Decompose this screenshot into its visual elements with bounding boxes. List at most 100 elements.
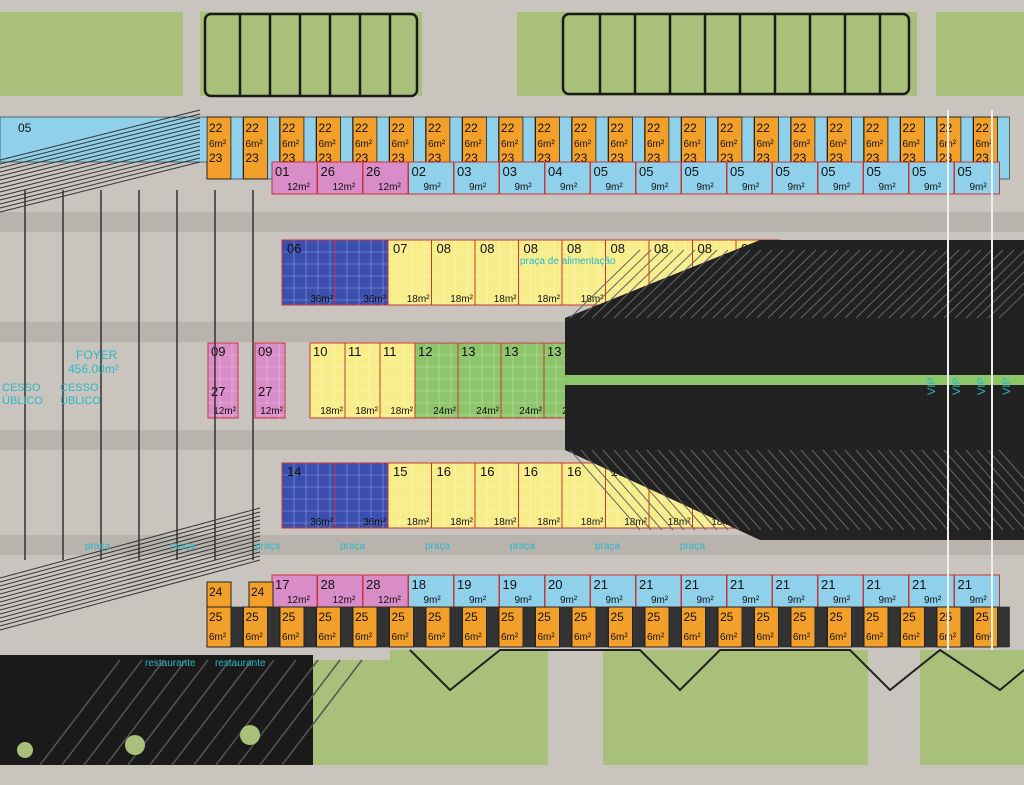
stall-number: 21 bbox=[685, 577, 699, 592]
stall-number: 08 bbox=[437, 241, 451, 256]
stall-area: 6m² bbox=[684, 139, 702, 150]
stall-area: 24m² bbox=[476, 406, 499, 417]
stall-area: 6m² bbox=[538, 632, 556, 643]
stall-number: 22 bbox=[465, 121, 479, 135]
stall-number: 28 bbox=[321, 577, 335, 592]
stall-area: 18m² bbox=[450, 294, 473, 305]
stall-number: 22 bbox=[209, 121, 223, 135]
stall-number: 22 bbox=[647, 121, 661, 135]
stall-number: 18 bbox=[412, 577, 426, 592]
vip-label: VIP bbox=[976, 377, 988, 395]
stall-area: 6m² bbox=[246, 139, 264, 150]
stall-number: 27 bbox=[258, 384, 272, 399]
stall-number: 27 bbox=[211, 384, 225, 399]
stall-number: 05 bbox=[821, 164, 835, 179]
stall-number: 25 bbox=[903, 610, 917, 624]
stall-area: 9m² bbox=[424, 182, 442, 193]
stall-row-middle: 09 27 12m² 09 27 12m² 10 18m² 11 18m² 11 18m² 12 24m²… bbox=[207, 342, 588, 419]
stall-number: 25 bbox=[392, 610, 406, 624]
stall-number: 25 bbox=[720, 610, 734, 624]
lawn-area bbox=[936, 12, 1024, 96]
corridor-label: praça bbox=[595, 541, 620, 552]
stall-unit bbox=[814, 606, 828, 648]
stall-area: 6m² bbox=[428, 632, 446, 643]
stall-area: 6m² bbox=[757, 632, 775, 643]
stall-area: 6m² bbox=[720, 632, 738, 643]
stall-unit bbox=[632, 606, 645, 648]
stall-number: 21 bbox=[594, 577, 608, 592]
stall-area: 9m² bbox=[469, 595, 487, 606]
stall-number: 25 bbox=[465, 610, 479, 624]
stall-number: 24 bbox=[251, 585, 265, 599]
stall-area: 9m² bbox=[879, 182, 897, 193]
corridor-label: praça bbox=[680, 541, 705, 552]
stall-unit bbox=[595, 606, 609, 648]
wall-line bbox=[0, 157, 201, 209]
stall-number: 22 bbox=[611, 121, 625, 135]
stall-number: 25 bbox=[538, 610, 552, 624]
stall-number: 25 bbox=[319, 610, 333, 624]
planter bbox=[17, 742, 33, 758]
corridor-label: praça bbox=[425, 541, 450, 552]
stall-number: 25 bbox=[939, 610, 953, 624]
stall-area: 9m² bbox=[651, 182, 669, 193]
stall-area: 12m² bbox=[378, 595, 401, 606]
stall-area: 9m² bbox=[788, 182, 806, 193]
stall-number: 11 bbox=[348, 344, 362, 359]
stall-number: 22 bbox=[574, 121, 588, 135]
stall-number: 22 bbox=[319, 121, 333, 135]
foyer-label: FOYER bbox=[76, 348, 118, 362]
stall-area: 18m² bbox=[668, 517, 691, 528]
stall-number: 22 bbox=[939, 121, 953, 135]
stall-area: 9m² bbox=[606, 595, 624, 606]
stall-area: 6m² bbox=[355, 139, 373, 150]
stall-number: 08 bbox=[567, 241, 581, 256]
stall-number: 16 bbox=[524, 464, 538, 479]
vip-label: VIP bbox=[1001, 377, 1013, 395]
stall-area: 6m² bbox=[574, 139, 592, 150]
stall-number: 22 bbox=[428, 121, 442, 135]
stall-area: 6m² bbox=[501, 139, 519, 150]
stall-area: 6m² bbox=[903, 139, 921, 150]
stall-unit bbox=[413, 606, 426, 648]
stall-number: 05 bbox=[776, 164, 790, 179]
stall-area: 6m² bbox=[209, 139, 227, 150]
stall-unit bbox=[668, 606, 682, 648]
stall-unit bbox=[449, 606, 463, 648]
stall-area: 6m² bbox=[465, 632, 483, 643]
stall-number: 13 bbox=[504, 344, 518, 359]
stall-number: 22 bbox=[282, 121, 296, 135]
stall-number: 21 bbox=[958, 577, 972, 592]
stall-area: 18m² bbox=[407, 294, 430, 305]
stall-area: 18m² bbox=[537, 294, 560, 305]
restaurant-block: restaurante restaurante bbox=[0, 655, 363, 766]
stall-area: 9m² bbox=[606, 182, 624, 193]
stall-area: 18m² bbox=[537, 517, 560, 528]
stall-number: 25 bbox=[209, 610, 223, 624]
stall-number: 25 bbox=[684, 610, 698, 624]
stall-area: 9m² bbox=[651, 595, 669, 606]
stall-unit bbox=[559, 606, 572, 648]
corridor-label: praça bbox=[85, 541, 110, 552]
corridor-label: praça bbox=[255, 541, 280, 552]
stall-area: 12m² bbox=[287, 182, 310, 193]
stall-area: 9m² bbox=[697, 595, 715, 606]
stall-area: 6m² bbox=[866, 632, 884, 643]
stall-number: 09 bbox=[258, 344, 272, 359]
stall-area: 36m² bbox=[363, 517, 386, 528]
vip-label: VIP bbox=[951, 377, 963, 395]
stall-number: 07 bbox=[393, 241, 407, 256]
stall-number: 25 bbox=[355, 610, 369, 624]
stall-area: 6m² bbox=[757, 139, 775, 150]
stall-area: 9m² bbox=[879, 595, 897, 606]
stall-number: 02 bbox=[412, 164, 426, 179]
stall-area: 6m² bbox=[793, 139, 811, 150]
stall-area: 12m² bbox=[213, 406, 236, 417]
stall-number: 15 bbox=[393, 464, 407, 479]
stall-number: 25 bbox=[976, 610, 990, 624]
stall-number: 08 bbox=[524, 241, 538, 256]
stall-number: 10 bbox=[313, 344, 327, 359]
stall-area: 9m² bbox=[970, 182, 988, 193]
stall-number: 21 bbox=[912, 577, 926, 592]
stall-number: 21 bbox=[867, 577, 881, 592]
